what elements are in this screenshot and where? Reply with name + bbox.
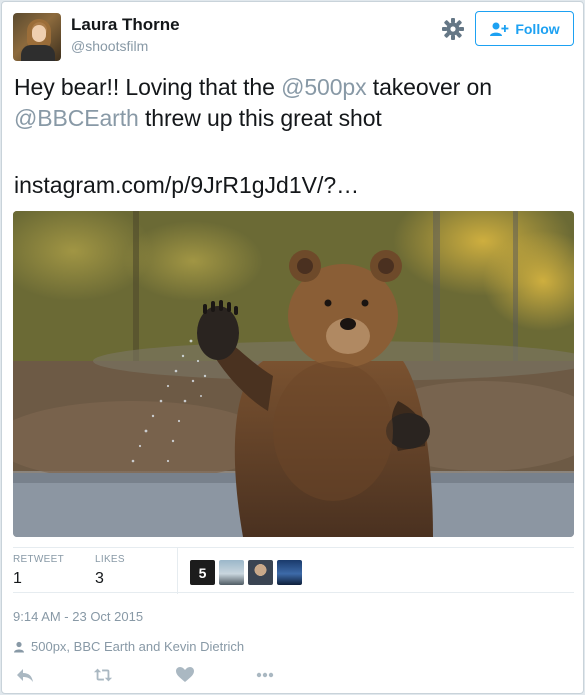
follow-button[interactable]: Follow xyxy=(475,11,574,46)
tweet-timestamp[interactable]: 9:14 AM - 23 Oct 2015 xyxy=(13,609,143,624)
like-button[interactable] xyxy=(175,665,195,690)
likes-stat[interactable]: LIKES 3 xyxy=(95,554,125,588)
tweet-link[interactable]: instagram.com/p/9JrR1gJd1V/?… xyxy=(14,172,359,199)
liker-avatar[interactable]: 5 xyxy=(190,560,215,585)
retweet-button[interactable] xyxy=(93,665,113,690)
tweet-actions xyxy=(13,665,313,689)
tweet-text-middle: takeover on xyxy=(366,74,492,100)
tweet-text-start: Hey bear!! Loving that the xyxy=(14,74,282,100)
reply-icon xyxy=(17,669,33,682)
more-dots-icon xyxy=(256,672,274,678)
liker-avatar[interactable] xyxy=(277,560,302,585)
engagement-stats: RETWEET 1 LIKES 3 5 xyxy=(13,547,574,594)
svg-text:5: 5 xyxy=(199,565,207,581)
user-display-name[interactable]: Laura Thorne xyxy=(71,15,180,35)
tweet-text-end: threw up this great shot xyxy=(138,105,382,131)
gear-icon[interactable] xyxy=(439,15,467,43)
follow-button-label: Follow xyxy=(515,20,560,37)
retweet-icon xyxy=(93,668,113,682)
likers-avatars: 5 xyxy=(190,560,302,585)
like-heart-icon xyxy=(176,667,194,682)
stats-divider xyxy=(177,548,178,594)
retweet-label: RETWEET xyxy=(13,554,64,565)
more-button[interactable] xyxy=(255,665,275,690)
mention-500px[interactable]: @500px xyxy=(281,74,367,100)
retweet-count: 1 xyxy=(13,570,22,587)
tweet-card: Laura Thorne @shootsfilm Follow Hey bear… xyxy=(1,1,584,694)
likes-count: 3 xyxy=(95,570,104,587)
tagged-users-text: 500px, BBC Earth and Kevin Dietrich xyxy=(31,639,245,654)
tweet-photo-bear[interactable] xyxy=(13,211,574,537)
retweet-stat[interactable]: RETWEET 1 xyxy=(13,554,64,588)
person-icon xyxy=(14,641,24,652)
mention-bbcearth[interactable]: @BBCEarth xyxy=(14,105,139,131)
tagged-users[interactable]: 500px, BBC Earth and Kevin Dietrich xyxy=(13,639,244,654)
liker-avatar[interactable] xyxy=(219,560,244,585)
tweet-text: Hey bear!! Loving that the @500px takeov… xyxy=(14,72,574,134)
liker-avatar[interactable] xyxy=(248,560,273,585)
likes-label: LIKES xyxy=(95,554,125,565)
user-handle[interactable]: @shootsfilm xyxy=(71,38,148,54)
user-avatar[interactable] xyxy=(13,13,61,61)
follow-person-plus-icon xyxy=(490,22,509,36)
reply-button[interactable] xyxy=(15,665,35,690)
